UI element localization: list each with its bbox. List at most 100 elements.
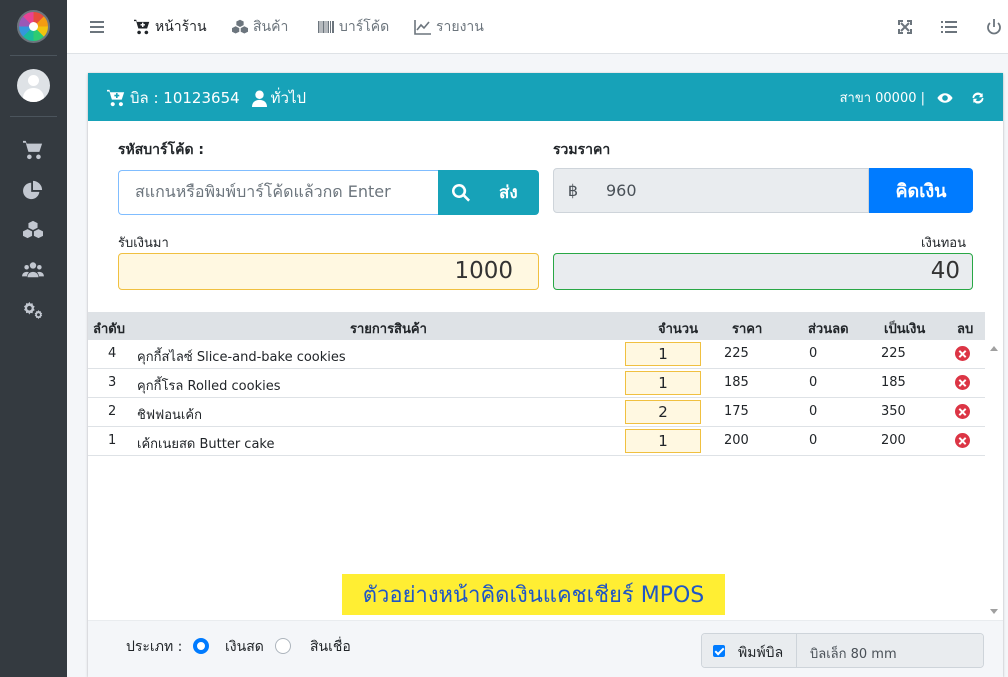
users-icon[interactable] xyxy=(22,260,44,280)
change-output: 40 xyxy=(553,253,973,290)
barcode-placeholder: สแกนหรือพิมพ์บาร์โค้ดแล้วกด Enter xyxy=(135,182,391,201)
credit-radio[interactable] xyxy=(275,638,291,654)
user-avatar[interactable] xyxy=(17,69,50,102)
table-row: 4 คุกกี้สไลซ์ Slice-and-bake cookies 1 2… xyxy=(88,340,985,369)
barcode-input[interactable]: สแกนหรือพิมพ์บาร์โค้ดแล้วกด Enter xyxy=(118,170,438,215)
eye-icon[interactable] xyxy=(937,92,953,104)
cubes-icon[interactable] xyxy=(22,220,44,240)
change-label: เงินทอน xyxy=(921,236,966,251)
bill-footer: ประเภท : เงินสด สินเชื่อ พิมพ์บิล บิลเล็… xyxy=(88,620,1003,677)
nav-products[interactable]: สินค้า xyxy=(231,16,288,38)
bill-number: บิล : 10123654 xyxy=(130,89,240,107)
line-chart-icon xyxy=(414,20,431,35)
pay-button[interactable]: คิดเงิน xyxy=(869,168,973,213)
scroll-up-arrow[interactable] xyxy=(990,346,998,351)
nav-label: สินค้า xyxy=(253,19,289,35)
print-options: พิมพ์บิล บิลเล็ก 80 mm xyxy=(701,633,984,668)
print-size-value: บิลเล็ก 80 mm xyxy=(810,643,897,664)
power-icon[interactable] xyxy=(985,18,1003,36)
currency-symbol: ฿ xyxy=(553,168,593,213)
row-no: 2 xyxy=(108,404,117,419)
row-name: คุกกี้สไลซ์ Slice-and-bake cookies xyxy=(137,350,346,365)
user-icon xyxy=(251,90,267,107)
delete-icon[interactable] xyxy=(955,375,970,390)
row-price: 225 xyxy=(724,346,749,361)
total-label: รวมราคา xyxy=(553,142,611,158)
card-header: บิล : 10123654 ทั่วไป สาขา 00000 | xyxy=(88,73,1003,121)
col-header-item: รายการสินค้า xyxy=(350,322,427,337)
row-name: คุกกี้โรล Rolled cookies xyxy=(137,379,281,394)
nav-barcode[interactable]: บาร์โค้ด xyxy=(317,16,389,38)
received-label: รับเงินมา xyxy=(118,236,169,251)
col-header-discount: ส่วนลด xyxy=(808,322,849,337)
sidebar-divider xyxy=(10,55,57,56)
row-no: 4 xyxy=(108,346,117,361)
credit-label[interactable]: สินเชื่อ xyxy=(310,636,351,658)
barcode-send-button[interactable]: ส่ง xyxy=(438,170,539,215)
qty-input[interactable]: 1 xyxy=(625,342,701,366)
total-value: 960 xyxy=(592,168,869,213)
pos-card: บิล : 10123654 ทั่วไป สาขา 00000 | รหัสบ… xyxy=(88,73,1003,677)
col-header-amount: เป็นเงิน xyxy=(884,322,926,337)
row-price: 175 xyxy=(724,404,749,419)
col-header-qty: จำนวน xyxy=(658,322,698,337)
sidebar-divider xyxy=(10,116,57,117)
row-amount: 185 xyxy=(881,375,906,390)
row-discount: 0 xyxy=(809,375,818,390)
nav-storefront[interactable]: หน้าร้าน xyxy=(133,16,207,38)
row-discount: 0 xyxy=(809,346,818,361)
nav-reports[interactable]: รายงาน xyxy=(414,16,484,38)
app-logo[interactable] xyxy=(17,10,50,43)
menu-icon[interactable] xyxy=(88,18,106,36)
cash-radio[interactable] xyxy=(193,638,209,654)
row-name: ชิฟฟอนเค้ก xyxy=(137,408,202,423)
customer-name[interactable]: ทั่วไป xyxy=(271,86,306,110)
cash-label[interactable]: เงินสด xyxy=(225,636,264,658)
col-header-price: ราคา xyxy=(732,322,763,337)
barcode-label: รหัสบาร์โค้ด : xyxy=(118,142,205,158)
branch-label: สาขา 00000 | xyxy=(839,91,925,106)
send-label: ส่ง xyxy=(499,183,518,203)
cart-icon[interactable] xyxy=(22,140,44,160)
table-row: 3 คุกกี้โรล Rolled cookies 1 185 0 185 xyxy=(88,369,985,398)
demo-banner: ตัวอย่างหน้าคิดเงินแคชเชียร์ MPOS xyxy=(342,574,725,615)
table-row: 2 ชิฟฟอนเค้ก 2 175 0 350 xyxy=(88,398,985,427)
cart-plus-icon xyxy=(107,89,125,107)
table-scrollbar[interactable] xyxy=(985,340,1003,623)
row-price: 200 xyxy=(724,433,749,448)
delete-icon[interactable] xyxy=(955,433,970,448)
items-table-header: ลำดับ รายการสินค้า จำนวน ราคา ส่วนลด เป็… xyxy=(88,312,985,340)
print-checkbox[interactable] xyxy=(713,645,725,657)
barcode-icon xyxy=(318,21,334,33)
print-label: พิมพ์บิล xyxy=(738,645,784,661)
pie-chart-icon[interactable] xyxy=(22,180,44,200)
row-amount: 350 xyxy=(881,404,906,419)
delete-icon[interactable] xyxy=(955,404,970,419)
row-price: 185 xyxy=(724,375,749,390)
table-row: 1 เค้กเนยสด Butter cake 1 200 0 200 xyxy=(88,427,985,456)
delete-icon[interactable] xyxy=(955,346,970,361)
payment-type-label: ประเภท : xyxy=(126,639,183,655)
row-name: เค้กเนยสด Butter cake xyxy=(137,437,275,452)
nav-label: หน้าร้าน xyxy=(155,19,207,35)
row-amount: 225 xyxy=(881,346,906,361)
scroll-down-arrow[interactable] xyxy=(990,609,998,614)
cart-plus-icon xyxy=(134,19,150,35)
list-icon[interactable] xyxy=(940,18,958,36)
row-no: 3 xyxy=(108,375,117,390)
search-icon xyxy=(452,183,470,202)
top-navbar: หน้าร้าน สินค้า บาร์โค้ด รายงาน xyxy=(67,0,1008,54)
cubes-icon xyxy=(232,19,248,34)
nav-label: รายงาน xyxy=(436,19,484,35)
fullscreen-icon[interactable] xyxy=(896,18,914,36)
print-bill-toggle[interactable]: พิมพ์บิล xyxy=(702,634,797,667)
qty-input[interactable]: 1 xyxy=(625,371,701,395)
received-input[interactable]: 1000 xyxy=(118,253,539,290)
row-no: 1 xyxy=(108,433,117,448)
row-discount: 0 xyxy=(809,433,818,448)
qty-input[interactable]: 2 xyxy=(625,400,701,424)
row-discount: 0 xyxy=(809,404,818,419)
refresh-icon[interactable] xyxy=(971,91,985,105)
qty-input[interactable]: 1 xyxy=(625,429,701,453)
cogs-icon[interactable] xyxy=(22,300,44,320)
